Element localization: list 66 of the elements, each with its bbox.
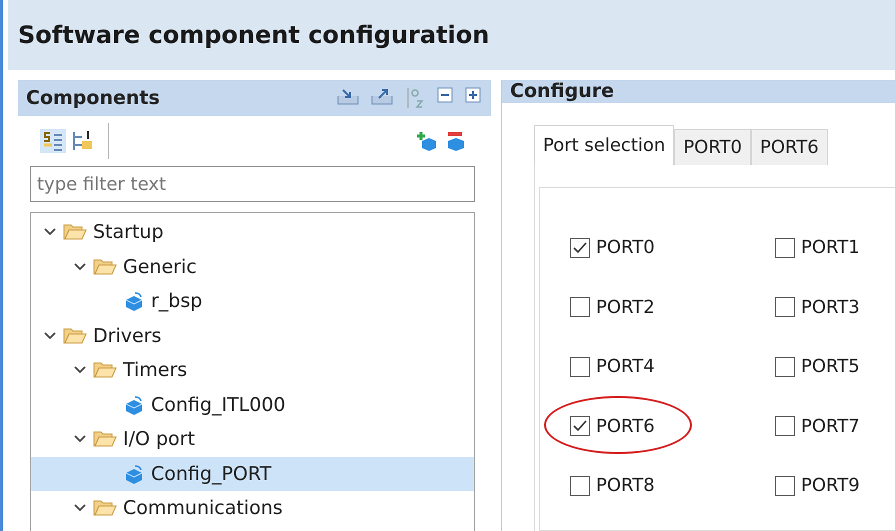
checkbox-label: PORT1 <box>801 237 860 258</box>
filter-field[interactable]: type filter text <box>30 166 475 202</box>
component-icon <box>123 290 145 312</box>
chevron-icon[interactable] <box>73 434 87 444</box>
export-icon[interactable] <box>371 87 393 105</box>
tree-item[interactable]: Startup <box>31 215 474 250</box>
checkbox[interactable] <box>570 416 590 436</box>
tree-item[interactable]: r_bsp <box>31 284 474 318</box>
checkbox[interactable] <box>775 476 795 496</box>
folder-icon <box>93 430 117 448</box>
tree-item[interactable]: Generic <box>31 250 474 284</box>
tree-item-label: Generic <box>123 256 197 278</box>
checkbox-label: PORT0 <box>596 237 655 258</box>
tree-item[interactable]: Drivers <box>31 318 474 353</box>
checkbox-label: PORT6 <box>596 416 655 436</box>
tree-item-label: I/O port <box>123 428 195 450</box>
checkbox[interactable] <box>775 297 795 317</box>
checkbox[interactable] <box>570 238 590 258</box>
chevron-icon[interactable] <box>43 227 57 238</box>
collapse-all-icon[interactable] <box>437 87 453 103</box>
checkbox[interactable] <box>775 416 795 436</box>
component-icon <box>123 394 145 416</box>
tree-item-label: Timers <box>123 359 188 382</box>
tree-item[interactable]: Timers <box>31 353 474 388</box>
component-icon <box>123 462 145 485</box>
checkbox[interactable] <box>570 356 590 376</box>
checkbox-label: PORT9 <box>801 475 860 496</box>
tree-item-label: r_bsp <box>151 290 202 312</box>
checkbox[interactable] <box>570 297 590 317</box>
import-icon[interactable] <box>337 87 359 105</box>
checkbox[interactable] <box>775 238 795 258</box>
tab[interactable]: Port selection <box>534 124 674 164</box>
tree-item-label: Config_ITL000 <box>151 394 286 416</box>
checkbox-label: PORT4 <box>596 356 655 377</box>
tree-item[interactable]: Communications <box>31 491 474 526</box>
tree-item[interactable]: I/O port <box>31 422 474 456</box>
tree-item-label: Config_PORT <box>151 462 272 485</box>
checkbox-label: PORT3 <box>801 296 860 318</box>
window-title: Software component configuration <box>18 21 490 49</box>
checkbox-label: PORT2 <box>596 296 655 318</box>
checkbox-label: PORT7 <box>801 416 860 436</box>
checkbox[interactable] <box>570 476 590 496</box>
expand-all-icon[interactable] <box>465 87 481 103</box>
tree-item[interactable]: Config_ITL000 <box>31 388 474 422</box>
folder-icon <box>63 223 87 242</box>
folder-icon <box>63 326 87 345</box>
folder-icon <box>93 258 117 276</box>
category-view-icon[interactable] <box>40 129 66 153</box>
tree-item-label: Startup <box>93 221 164 244</box>
tree-item-label: Communications <box>123 497 283 520</box>
chevron-icon[interactable] <box>73 365 87 376</box>
tree-item-label: Drivers <box>93 324 162 347</box>
panel-title: Components <box>26 87 161 109</box>
folder-icon <box>93 361 117 380</box>
chevron-icon[interactable] <box>73 503 87 514</box>
checkbox[interactable] <box>775 356 795 376</box>
chevron-icon[interactable] <box>43 330 57 341</box>
tab[interactable]: PORT6 <box>750 128 828 164</box>
tab[interactable]: PORT0 <box>674 128 751 164</box>
add-component-icon[interactable] <box>415 130 439 152</box>
folder-icon <box>93 499 117 518</box>
panel-title: Configure <box>510 80 614 102</box>
chevron-icon[interactable] <box>73 262 87 272</box>
tree-item[interactable]: Config_PORT <box>31 456 474 491</box>
checkbox-label: PORT8 <box>596 475 655 496</box>
checkbox-label: PORT5 <box>801 356 860 377</box>
